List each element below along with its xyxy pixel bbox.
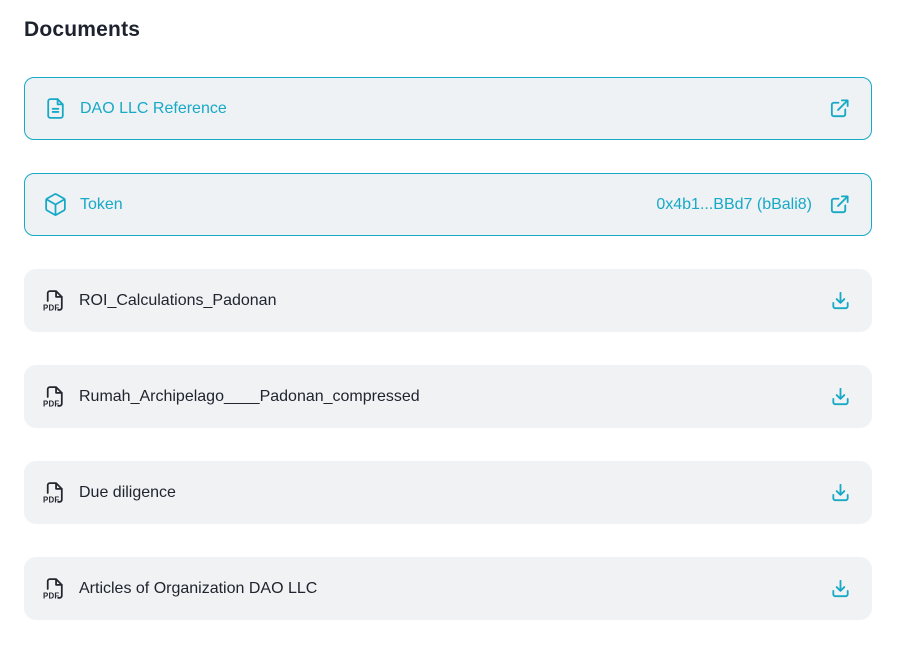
document-card: PDF Due diligence <box>24 461 872 524</box>
document-icon <box>43 96 68 121</box>
pdf-icon: PDF <box>42 480 67 505</box>
pdf-icon: PDF <box>42 288 67 313</box>
documents-page: Documents DAO LLC Reference Token 0x4b1.… <box>0 0 903 670</box>
cube-icon <box>43 192 68 217</box>
external-link-icon[interactable] <box>828 193 851 216</box>
download-icon[interactable] <box>829 385 852 408</box>
svg-text:PDF: PDF <box>43 592 59 601</box>
document-label: Rumah_Archipelago____Padonan_compressed <box>79 387 420 405</box>
pdf-icon: PDF <box>42 384 67 409</box>
document-label: Token <box>80 195 123 213</box>
document-card: PDF Articles of Organization DAO LLC <box>24 557 872 620</box>
document-label: DAO LLC Reference <box>80 99 227 117</box>
document-card: PDF Rumah_Archipelago____Padonan_compres… <box>24 365 872 428</box>
page-title: Documents <box>24 18 141 41</box>
external-link-icon[interactable] <box>828 97 851 120</box>
token-address: 0x4b1...BBd7 (bBali8) <box>656 195 812 213</box>
download-icon[interactable] <box>829 481 852 504</box>
pdf-icon: PDF <box>42 576 67 601</box>
svg-text:PDF: PDF <box>43 400 59 409</box>
svg-text:PDF: PDF <box>43 304 59 313</box>
document-label: Due diligence <box>79 483 176 501</box>
document-card[interactable]: Token 0x4b1...BBd7 (bBali8) <box>24 173 872 236</box>
download-icon[interactable] <box>829 289 852 312</box>
download-icon[interactable] <box>829 577 852 600</box>
document-card[interactable]: DAO LLC Reference <box>24 77 872 140</box>
svg-text:PDF: PDF <box>43 496 59 505</box>
document-card: PDF ROI_Calculations_Padonan <box>24 269 872 332</box>
document-label: Articles of Organization DAO LLC <box>79 579 318 597</box>
document-label: ROI_Calculations_Padonan <box>79 291 277 309</box>
document-list: DAO LLC Reference Token 0x4b1...BBd7 (bB… <box>24 77 872 620</box>
